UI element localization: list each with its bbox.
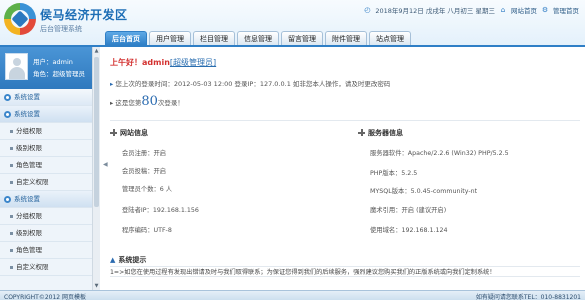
- site-info-title: 网站信息: [110, 128, 148, 138]
- bullet-icon: [10, 249, 13, 252]
- site-info-row: 会员注册：开启: [122, 150, 167, 157]
- home-icon[interactable]: ⌂: [499, 6, 507, 14]
- divider: [110, 120, 580, 121]
- site-home-link[interactable]: 网站首页: [511, 5, 537, 15]
- system-tip-title: ▲ 系统提示: [110, 256, 147, 264]
- collapse-sidebar-icon[interactable]: ◀: [103, 160, 109, 170]
- copyright: COPYRIGHT©2012 网页模板: [4, 294, 87, 300]
- server-info-row: PHP版本：5.2.5: [370, 170, 418, 177]
- system-tip-text: 1=>如您在使用过程有发现出错请及时与我们取得联系；为保证您得到我们的后续服务，…: [110, 266, 580, 277]
- bullet-icon: [10, 164, 13, 167]
- scroll-down-icon[interactable]: ▼: [93, 282, 100, 290]
- server-info-row: 使用域名：192.168.1.124: [370, 227, 448, 234]
- site-info-row: 管理员个数：6 人: [122, 186, 173, 193]
- tab-admin-home[interactable]: 后台首页: [105, 31, 147, 45]
- user-name: 用户：admin: [33, 58, 73, 66]
- sidebar-item-level-permissions[interactable]: 级别权限: [0, 140, 99, 157]
- footer: COPYRIGHT©2012 网页模板 如有疑问请您联系TEL：010-8831…: [0, 290, 585, 300]
- sidebar-group-system-settings[interactable]: 系统设置: [0, 191, 99, 208]
- user-role: 角色：超级管理员: [33, 70, 85, 78]
- sidebar-item-role-management[interactable]: 角色管理: [0, 242, 99, 259]
- server-info-row: 魔术引用：开启 (建议开启): [370, 207, 447, 214]
- arrow-right-icon: ▸: [110, 80, 114, 88]
- contact-info: 如有疑问请您联系TEL：010-8831201: [475, 294, 581, 300]
- sidebar-group-system-settings[interactable]: 系统设置: [0, 106, 99, 123]
- main-content: 上午好！admin[超级管理员] ▸ 您上次的登录时间：2012-05-03 1…: [110, 50, 580, 290]
- plus-icon: [110, 129, 117, 136]
- triangle-icon: ▲: [110, 256, 116, 264]
- user-panel: 用户：admin 角色：超级管理员: [0, 47, 99, 89]
- server-info-row: MYSQL版本：5.0.45-community-nt: [370, 188, 478, 195]
- settings-group-icon: [4, 94, 11, 101]
- visit-number: 80: [141, 94, 158, 109]
- arrow-right-icon: ▸: [110, 99, 114, 107]
- admin-home-link[interactable]: 管理首页: [553, 5, 579, 15]
- sidebar-item-custom-permissions[interactable]: 自定义权限: [0, 259, 99, 276]
- visit-count: ▸ 这是您第80次登录！: [110, 94, 184, 109]
- last-login-info: ▸ 您上次的登录时间：2012-05-03 12:00 登录IP：127.0.0…: [110, 80, 391, 88]
- tab-message-management[interactable]: 留言管理: [281, 31, 323, 45]
- sidebar-item-group-permissions[interactable]: 分组权限: [0, 208, 99, 225]
- sidebar-scrollbar[interactable]: ▲ ▼: [92, 47, 100, 290]
- sidebar-item-level-permissions[interactable]: 级别权限: [0, 225, 99, 242]
- tab-site-management[interactable]: 站点管理: [369, 31, 411, 45]
- header-toolbar: ◴ 2018年9月12日 戊戌年 八月初三 星期三 ⌂ 网站首页 ⚙ 管理首页: [363, 5, 579, 15]
- tab-attachment-management[interactable]: 附件管理: [325, 31, 367, 45]
- server-info-title: 服务器信息: [358, 128, 403, 138]
- sidebar-item-group-permissions[interactable]: 分组权限: [0, 123, 99, 140]
- settings-group-icon: [4, 196, 11, 203]
- date-text: 2018年9月12日 戊戌年 八月初三 星期三: [375, 7, 495, 15]
- bullet-icon: [10, 147, 13, 150]
- tab-user-management[interactable]: 用户管理: [149, 31, 191, 45]
- role-link[interactable]: [超级管理员]: [170, 58, 216, 67]
- site-info-row: 登陆者IP：192.168.1.156: [122, 207, 199, 214]
- clock-icon: ◴: [364, 6, 371, 14]
- site-info-row: 程序编码：UTF-8: [122, 227, 172, 234]
- bullet-icon: [10, 215, 13, 218]
- greeting: 上午好！admin[超级管理员]: [110, 58, 217, 67]
- bullet-icon: [10, 181, 13, 184]
- server-info-row: 服务器软件：Apache/2.2.6 (Win32) PHP/5.2.5: [370, 150, 509, 157]
- sidebar-item-role-management[interactable]: 角色管理: [0, 157, 99, 174]
- sidebar: 用户：admin 角色：超级管理员 系统设置 系统设置 分组权限 级别权限 角色…: [0, 47, 100, 290]
- site-subtitle: 后台管理系统: [40, 25, 82, 33]
- sidebar-group-system-settings[interactable]: 系统设置: [0, 89, 99, 106]
- plus-icon: [358, 129, 365, 136]
- settings-group-icon: [4, 111, 11, 118]
- avatar: [5, 53, 28, 80]
- bullet-icon: [10, 130, 13, 133]
- scroll-thumb[interactable]: [94, 57, 99, 207]
- main-nav: 后台首页 用户管理 栏目管理 信息管理 留言管理 附件管理 站点管理: [105, 31, 411, 45]
- tab-info-management[interactable]: 信息管理: [237, 31, 279, 45]
- site-title: 侯马经济开发区: [40, 8, 128, 22]
- bullet-icon: [10, 232, 13, 235]
- scroll-up-icon[interactable]: ▲: [93, 47, 100, 55]
- site-info-row: 会员投稿：开启: [122, 168, 167, 175]
- gear-icon[interactable]: ⚙: [541, 6, 549, 14]
- logo: [4, 3, 36, 35]
- bullet-icon: [10, 266, 13, 269]
- header: 侯马经济开发区 后台管理系统 ◴ 2018年9月12日 戊戌年 八月初三 星期三…: [0, 0, 585, 45]
- tab-column-management[interactable]: 栏目管理: [193, 31, 235, 45]
- sidebar-item-custom-permissions[interactable]: 自定义权限: [0, 174, 99, 191]
